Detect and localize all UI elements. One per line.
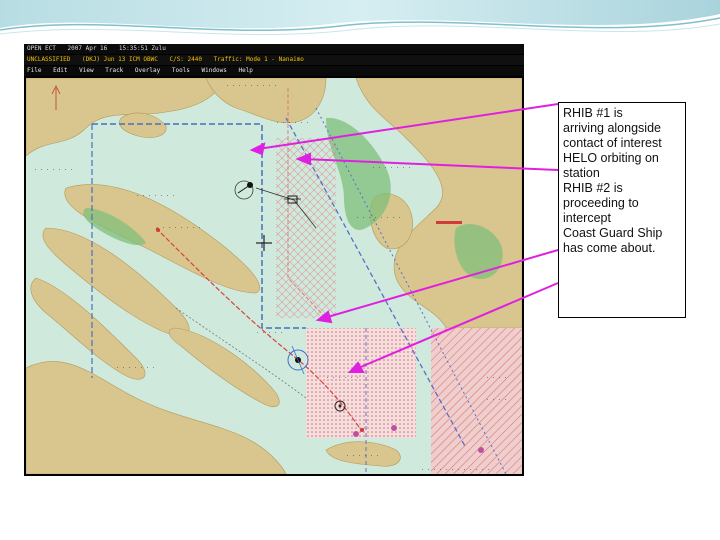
callout-line: arriving alongside <box>563 121 661 135</box>
svg-text:. . . .: . . . . <box>486 396 507 402</box>
annotation-callout: RHIB #1 is arriving alongside contact of… <box>558 102 686 318</box>
svg-text:. . . . . .: . . . . . . <box>276 119 309 125</box>
map-window[interactable]: OPEN ECT 2007 Apr 16 15:35:51 Zulu UNCLA… <box>24 44 524 476</box>
svg-text:. . . .: . . . . <box>486 374 507 380</box>
svg-text:. . . . . . .: . . . . . . . <box>34 166 73 172</box>
map-menu-bar: File Edit View Track Overlay Tools Windo… <box>24 66 524 76</box>
menu-view[interactable]: View <box>79 67 93 74</box>
svg-text:. . . . . . . . .: . . . . . . . . . <box>226 82 277 88</box>
callout-line: contact of interest <box>563 136 662 150</box>
menu-edit[interactable]: Edit <box>53 67 67 74</box>
svg-text:. . . . . . . . . . . .: . . . . . . . . . . . . <box>421 466 490 472</box>
restricted-area-grid <box>276 138 336 318</box>
map-title-bar: OPEN ECT 2007 Apr 16 15:35:51 Zulu <box>24 44 524 54</box>
menu-help[interactable]: Help <box>238 67 252 74</box>
svg-text:. . . . . . .: . . . . . . . <box>372 164 411 170</box>
callout-line: HELO orbiting on <box>563 151 659 165</box>
callout-line: intercept <box>563 211 611 225</box>
svg-text:. . . . . . . .: . . . . . . . . <box>156 224 201 230</box>
app-name: OPEN ECT <box>27 45 56 52</box>
svg-text:. . . . . . . .: . . . . . . . . <box>356 214 401 220</box>
callsign-field: C/S: 2440 <box>169 56 202 63</box>
time-text: 15:35:51 Zulu <box>118 45 166 52</box>
svg-text:. . . . . .: . . . . . . <box>326 374 359 380</box>
callout-line: Coast Guard Ship <box>563 226 663 240</box>
status-field: (DKJ) Jun 13 ICM OBWC <box>81 56 158 63</box>
traffic-field: Traffic: Mode 1 - Nanaimo <box>213 56 304 63</box>
svg-text:. . . . .: . . . . . <box>256 329 283 335</box>
callout-line: RHIB #1 is <box>563 106 623 120</box>
date-text: 2007 Apr 16 <box>67 45 108 52</box>
callout-line: station <box>563 166 600 180</box>
menu-windows[interactable]: Windows <box>202 67 227 74</box>
callout-line: RHIB #2 is <box>563 181 623 195</box>
slide-header-swoosh <box>0 0 720 36</box>
menu-file[interactable]: File <box>27 67 41 74</box>
classification-label: UNCLASSIFIED <box>27 56 71 63</box>
restricted-area-hatched <box>431 328 522 474</box>
nautical-chart[interactable]: . . . . . . . . . . . . . . . . . . . . … <box>26 78 522 474</box>
svg-text:. . . . . . .: . . . . . . . <box>136 192 175 198</box>
map-status-bar: UNCLASSIFIED (DKJ) Jun 13 ICM OBWC C/S: … <box>24 55 524 65</box>
svg-text:. . . . . . .: . . . . . . . <box>116 364 155 370</box>
menu-tools[interactable]: Tools <box>172 67 190 74</box>
menu-overlay[interactable]: Overlay <box>135 67 160 74</box>
menu-track[interactable]: Track <box>105 67 123 74</box>
callout-line: proceeding to <box>563 196 639 210</box>
callout-line: has come about. <box>563 241 656 255</box>
svg-text:. . . . . .: . . . . . . <box>346 452 379 458</box>
